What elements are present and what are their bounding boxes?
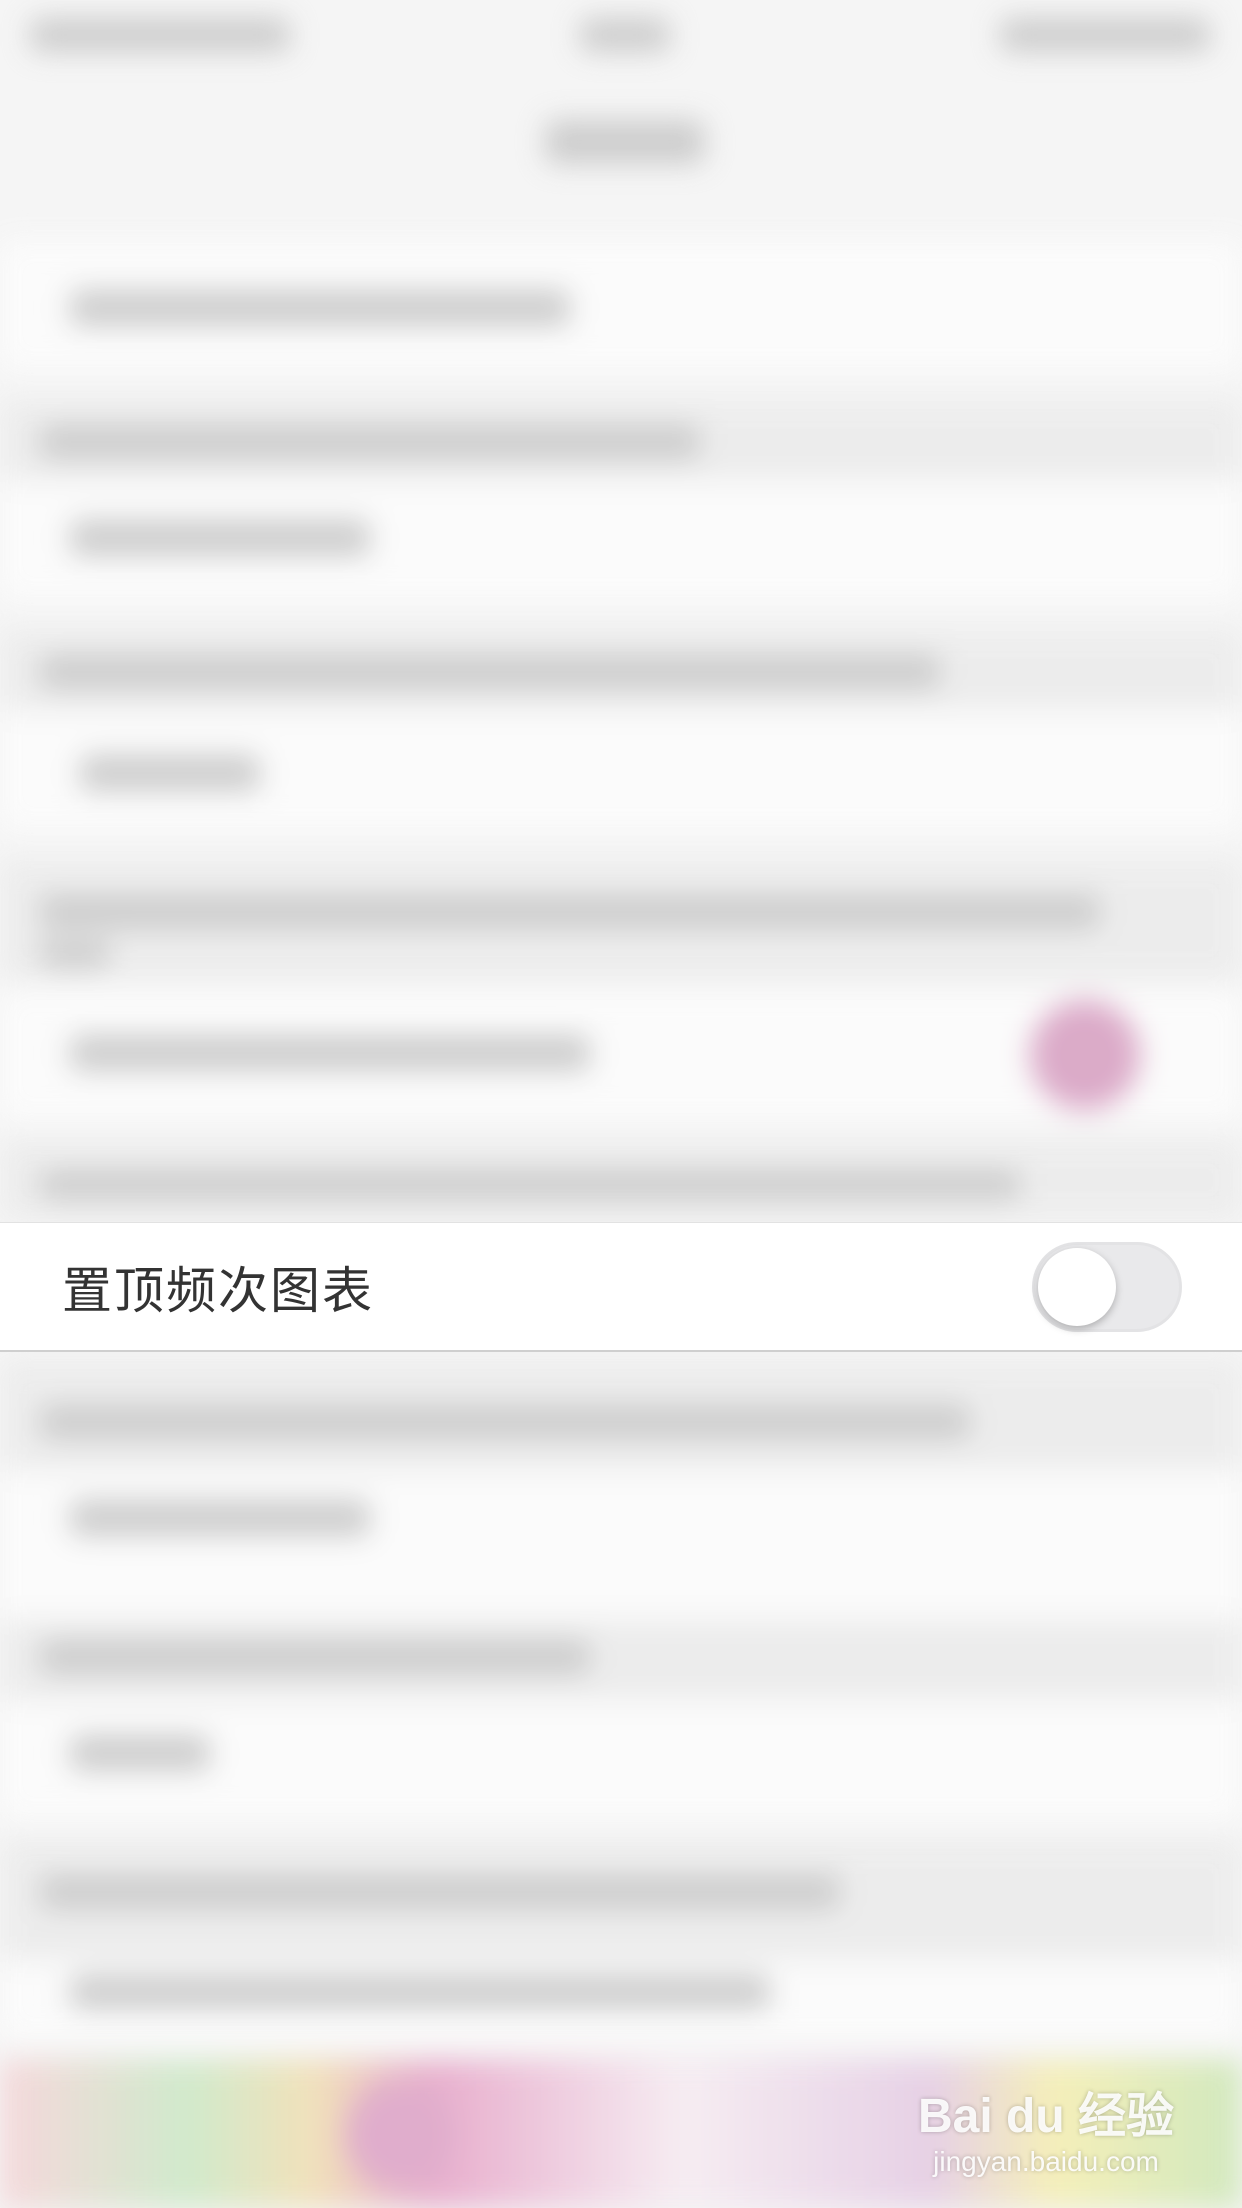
row-text bbox=[80, 755, 260, 791]
section-text bbox=[40, 655, 940, 689]
watermark-url: jingyan.baidu.com bbox=[933, 2146, 1159, 2177]
status-bar-carrier bbox=[30, 18, 290, 52]
section-text bbox=[40, 1875, 840, 1909]
section-header bbox=[0, 1140, 1242, 1220]
section-header bbox=[0, 400, 1242, 480]
list-row bbox=[0, 710, 1242, 830]
row-text bbox=[70, 1735, 210, 1771]
section-text bbox=[40, 895, 1100, 929]
watermark-brand: Bai du 经验 bbox=[917, 2090, 1174, 2143]
status-bar-battery bbox=[1000, 18, 1210, 52]
status-bar-time bbox=[580, 18, 670, 52]
row-text bbox=[70, 1975, 770, 2009]
nav-title bbox=[545, 120, 705, 164]
pin-frequency-chart-label: 置顶频次图表 bbox=[62, 1261, 374, 1320]
pin-frequency-chart-row: 置顶频次图表 bbox=[0, 1222, 1242, 1352]
row-text bbox=[70, 1500, 370, 1536]
toggle-knob bbox=[1038, 1247, 1116, 1326]
section-text bbox=[40, 425, 700, 459]
list-row bbox=[0, 1700, 1242, 1820]
section-text bbox=[40, 940, 110, 968]
ad-pink-blob bbox=[345, 2080, 455, 2190]
section-text bbox=[40, 1170, 1020, 1200]
pink-circle-icon bbox=[1030, 1000, 1140, 1110]
list-row bbox=[0, 990, 1242, 1120]
row-text bbox=[70, 520, 370, 556]
blurred-background bbox=[0, 0, 1242, 2208]
section-header bbox=[0, 630, 1242, 710]
pin-frequency-chart-toggle[interactable] bbox=[1032, 1241, 1182, 1332]
section-header bbox=[0, 1840, 1242, 1960]
section-header bbox=[0, 1360, 1242, 1480]
list-row bbox=[0, 240, 1242, 370]
row-text bbox=[70, 290, 570, 326]
list-row bbox=[0, 1470, 1242, 1620]
list-row bbox=[0, 480, 1242, 600]
section-text bbox=[40, 1640, 590, 1674]
baidu-jingyan-watermark: Bai du 经验 jingyan.baidu.com bbox=[918, 2076, 1174, 2178]
section-text bbox=[40, 1405, 970, 1439]
row-text bbox=[70, 1035, 590, 1071]
section-header bbox=[0, 1620, 1242, 1700]
section-header bbox=[0, 860, 1242, 980]
list-row bbox=[0, 1960, 1242, 2040]
